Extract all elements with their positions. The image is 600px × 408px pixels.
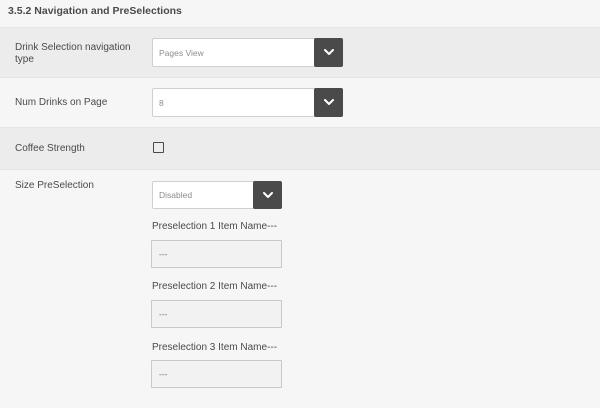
size-preselection-dropdown-button[interactable] <box>253 181 282 209</box>
row-num-drinks: Num Drinks on Page 8 <box>0 77 600 127</box>
row-coffee-strength: Coffee Strength <box>0 127 600 169</box>
preselection-3-label: Preselection 3 Item Name--- <box>152 342 278 353</box>
chevron-down-icon <box>262 191 273 198</box>
row-size-preselection: Size PreSelection Disabled <box>0 169 600 408</box>
num-drinks-select[interactable]: 8 <box>152 88 343 117</box>
size-preselection-value: Disabled <box>159 190 193 200</box>
num-drinks-value: 8 <box>159 97 164 108</box>
coffee-strength-label: Coffee Strength <box>15 143 85 154</box>
preselection-2-label: Preselection 2 Item Name--- <box>152 281 278 292</box>
preselection-1-label: Preselection 1 Item Name--- <box>152 221 278 232</box>
size-preselection-label: Size PreSelection <box>15 180 94 191</box>
preselection-1-input[interactable] <box>151 240 282 268</box>
section-title: 3.5.2 Navigation and PreSelections <box>8 5 182 17</box>
drink-navigation-select[interactable]: Pages View <box>152 38 343 67</box>
drink-navigation-dropdown-button[interactable] <box>314 38 343 67</box>
chevron-down-icon <box>323 99 334 105</box>
chevron-down-icon <box>323 49 334 55</box>
num-drinks-label: Num Drinks on Page <box>15 97 108 108</box>
num-drinks-dropdown-button[interactable] <box>314 88 343 117</box>
preselection-2-input[interactable] <box>151 300 282 328</box>
row-drink-selection-navigation: Drink Selection navigation type Pages Vi… <box>0 27 600 77</box>
drink-navigation-value: Pages View <box>159 47 204 58</box>
drink-navigation-label: Drink Selection navigation type <box>15 42 131 65</box>
coffee-strength-checkbox[interactable] <box>153 142 164 153</box>
preselection-3-input[interactable] <box>151 360 282 388</box>
size-preselection-select[interactable]: Disabled <box>152 181 282 209</box>
